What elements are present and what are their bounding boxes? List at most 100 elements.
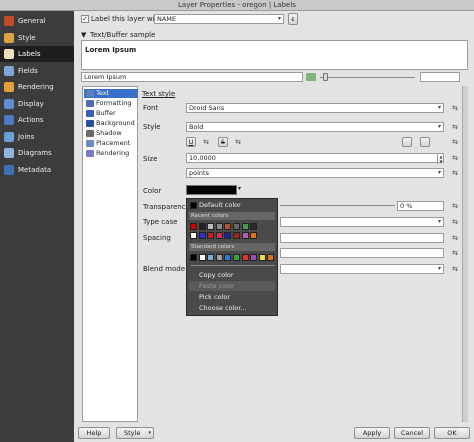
style-override-icon[interactable]: ⇆: [449, 122, 461, 132]
style-menu-button[interactable]: Style ▾: [116, 427, 154, 439]
standard-color-swatch[interactable]: [207, 254, 215, 261]
default-color-item[interactable]: Default color: [199, 200, 285, 210]
slider-handle[interactable]: [323, 73, 328, 81]
sidebar-item-joins[interactable]: Joins: [0, 129, 74, 145]
ok-button[interactable]: OK: [434, 427, 470, 439]
help-button[interactable]: Help: [78, 427, 110, 439]
sidebar-item-general[interactable]: General: [0, 13, 74, 29]
sidebar-item-display[interactable]: Display: [0, 96, 74, 112]
spacing-override-icon[interactable]: ⇆: [449, 233, 461, 243]
strikeout-button[interactable]: S: [218, 137, 228, 147]
label-field-select[interactable]: NAME: [154, 14, 284, 24]
spacing-input[interactable]: [280, 233, 444, 243]
tree-item-formatting[interactable]: Formatting: [84, 99, 138, 108]
background-color-field[interactable]: [420, 72, 460, 82]
recent-color-swatch[interactable]: [224, 223, 232, 230]
tree-item-background[interactable]: Background: [84, 119, 138, 128]
standard-color-swatch[interactable]: [215, 254, 223, 261]
font-override-icon[interactable]: ⇆: [449, 103, 461, 113]
typecase-select[interactable]: [280, 217, 444, 227]
transparency-input[interactable]: 0 %: [397, 201, 444, 211]
pick-color-item[interactable]: Pick color: [189, 292, 275, 302]
sample-section-arrow[interactable]: ▼: [81, 31, 86, 39]
recent-color-swatch[interactable]: [198, 223, 206, 230]
standard-color-swatch[interactable]: [190, 254, 197, 261]
sidebar-item-rendering[interactable]: Rendering: [0, 79, 74, 95]
standard-color-swatch[interactable]: [233, 254, 240, 261]
recent-color-swatch[interactable]: [198, 232, 206, 239]
refresh-icon[interactable]: [306, 73, 316, 81]
sidebar-item-style[interactable]: Style: [0, 30, 74, 46]
recent-color-swatch[interactable]: [241, 232, 249, 239]
underline-override-icon[interactable]: ⇆: [200, 137, 212, 147]
shadow-icon: [86, 130, 94, 137]
color-button[interactable]: [186, 185, 237, 195]
recent-color-swatch[interactable]: [207, 223, 215, 230]
tree-item-buffer[interactable]: Buffer: [84, 109, 138, 118]
preview-scale-slider[interactable]: [320, 77, 415, 78]
recent-color-swatch[interactable]: [250, 223, 258, 230]
recent-color-swatch[interactable]: [215, 232, 223, 239]
word-spacing-override-icon[interactable]: ⇆: [449, 248, 461, 258]
standard-color-swatch[interactable]: [258, 254, 266, 261]
italic-button[interactable]: [420, 137, 430, 147]
style-select[interactable]: Bold: [186, 122, 444, 132]
recent-color-swatch[interactable]: [215, 223, 223, 230]
menu-divider: [191, 265, 275, 266]
recent-color-swatch[interactable]: [190, 223, 197, 230]
bold-button[interactable]: [402, 137, 412, 147]
recent-color-swatch[interactable]: [207, 232, 215, 239]
style-label: Style: [143, 123, 161, 131]
sidebar-item-actions[interactable]: Actions: [0, 112, 74, 128]
tree-item-rendering[interactable]: Rendering: [84, 149, 138, 158]
cancel-button[interactable]: Cancel: [394, 427, 430, 439]
blendmode-select[interactable]: [280, 264, 444, 274]
standard-color-swatch[interactable]: [267, 254, 275, 261]
settings-scrollbar[interactable]: [462, 86, 468, 422]
standard-color-swatch[interactable]: [224, 254, 232, 261]
word-spacing-input[interactable]: [280, 248, 444, 258]
font-select[interactable]: Droid Sans: [186, 103, 444, 113]
tree-item-text[interactable]: Text: [84, 89, 138, 98]
label-layer-checkbox[interactable]: ✓: [81, 15, 89, 23]
transparency-slider[interactable]: [280, 205, 395, 206]
unit-override-icon[interactable]: ⇆: [449, 168, 461, 178]
apply-button[interactable]: Apply: [354, 427, 390, 439]
recent-color-swatch[interactable]: [224, 232, 232, 239]
recent-color-swatch[interactable]: [190, 232, 197, 239]
size-spinner[interactable]: ▲ ▼: [437, 154, 444, 164]
size-input[interactable]: 10,0000: [186, 153, 444, 163]
info-icon: [4, 164, 14, 175]
blendmode-override-icon[interactable]: ⇆: [449, 264, 461, 274]
copy-color-item[interactable]: Copy color: [189, 270, 275, 280]
transparency-override-icon[interactable]: ⇆: [449, 201, 461, 211]
size-override-icon[interactable]: ⇆: [449, 153, 461, 163]
recent-color-swatch[interactable]: [250, 232, 258, 239]
recent-color-swatch[interactable]: [241, 223, 249, 230]
underline-button[interactable]: U: [186, 137, 196, 147]
expression-button[interactable]: ε: [288, 13, 298, 25]
sidebar-item-diagrams[interactable]: Diagrams: [0, 145, 74, 161]
tree-item-label: Rendering: [96, 149, 130, 157]
strikeout-override-icon[interactable]: ⇆: [232, 137, 244, 147]
typecase-override-icon[interactable]: ⇆: [449, 217, 461, 227]
tree-item-placement[interactable]: Placement: [84, 139, 138, 148]
color-dropdown-arrow[interactable]: ▾: [238, 185, 241, 192]
standard-color-swatch[interactable]: [198, 254, 206, 261]
standard-color-swatch[interactable]: [250, 254, 258, 261]
sidebar-item-fields[interactable]: Fields: [0, 63, 74, 79]
sample-text-input[interactable]: Lorem Ipsum: [81, 72, 303, 82]
tree-item-label: Background: [96, 119, 135, 127]
recent-color-swatch[interactable]: [233, 232, 240, 239]
sidebar-item-label: Style: [18, 33, 36, 42]
sidebar-item-metadata[interactable]: Metadata: [0, 162, 74, 178]
tree-item-label: Text: [96, 89, 110, 97]
sample-section-title: Text/Buffer sample: [90, 31, 156, 39]
standard-color-swatch[interactable]: [241, 254, 249, 261]
recent-color-swatch[interactable]: [233, 223, 240, 230]
tree-item-shadow[interactable]: Shadow: [84, 129, 138, 138]
sidebar-item-labels[interactable]: Labels: [0, 46, 74, 62]
size-unit-select[interactable]: points: [186, 168, 444, 178]
format-override-icon[interactable]: ⇆: [449, 137, 461, 147]
choose-color-item[interactable]: Choose color...: [189, 303, 275, 313]
